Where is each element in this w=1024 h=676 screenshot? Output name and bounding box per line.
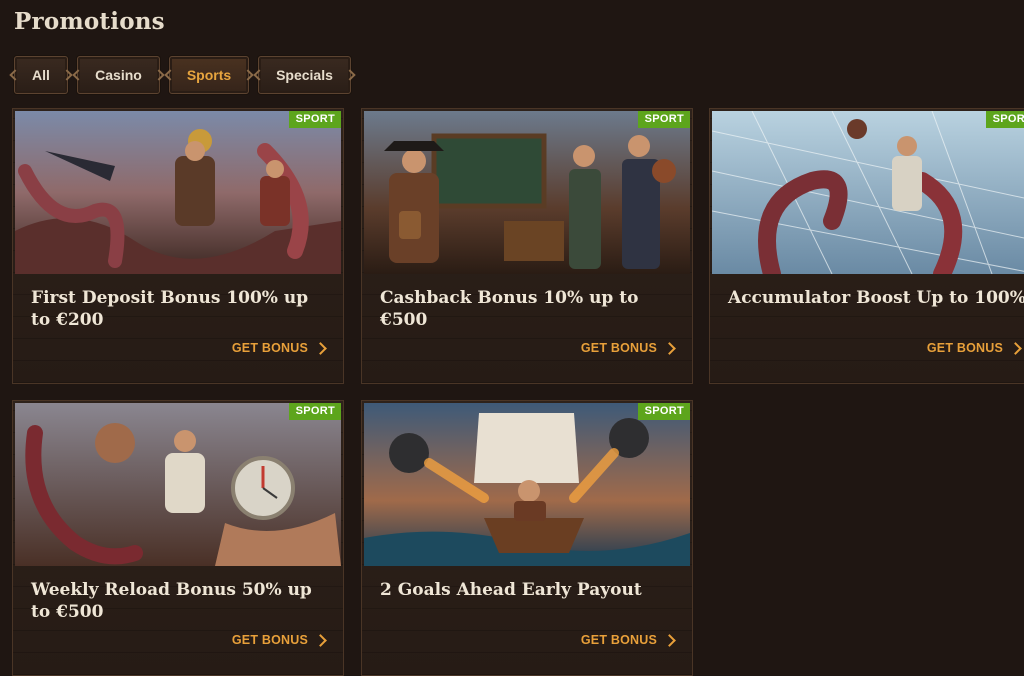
sport-badge: SPORT	[288, 111, 341, 128]
get-bonus-link[interactable]: GET BONUS	[927, 341, 1024, 355]
get-bonus-link[interactable]: GET BONUS	[581, 633, 678, 647]
promo-image-pirate-trophy: SPORT	[15, 111, 341, 274]
promo-title: 2 Goals Ahead Early Payout	[380, 580, 642, 600]
chevron-right-icon	[314, 341, 327, 355]
filter-all[interactable]: All	[14, 56, 68, 94]
sport-badge: SPORT	[985, 111, 1024, 128]
promo-card-weekly-reload[interactable]: SPORT Weekly Reload Bonus 50% up to €500…	[12, 400, 344, 676]
filter-specials[interactable]: Specials	[258, 56, 351, 94]
get-bonus-label: GET BONUS	[580, 633, 657, 647]
promo-title: First Deposit Bonus 100% up to €200	[31, 288, 309, 330]
promo-card-cashback[interactable]: SPORT Cashback Bonus 10% up to €500 GET …	[361, 108, 693, 384]
chevron-right-icon	[663, 633, 676, 647]
get-bonus-link[interactable]: GET BONUS	[581, 341, 678, 355]
get-bonus-link[interactable]: GET BONUS	[232, 633, 329, 647]
promo-image-pirate-ship-cannons: SPORT	[364, 403, 690, 566]
filter-casino[interactable]: Casino	[77, 56, 160, 94]
chevron-right-icon	[314, 633, 327, 647]
promo-card-first-deposit[interactable]: SPORT First Deposit Bonus 100% up to €20…	[12, 108, 344, 384]
sport-badge: SPORT	[637, 111, 690, 128]
page-title: Promotions	[14, 8, 165, 35]
promo-title: Accumulator Boost Up to 100%	[728, 288, 1024, 308]
chevron-right-icon	[663, 341, 676, 355]
get-bonus-label: GET BONUS	[231, 633, 308, 647]
get-bonus-label: GET BONUS	[926, 341, 1003, 355]
promo-card-accumulator[interactable]: SPORT Accumulator Boost Up to 100% GET B…	[709, 108, 1024, 384]
filter-sports[interactable]: Sports	[169, 56, 249, 94]
promo-image-kraken-net: SPORT	[712, 111, 1024, 274]
sport-badge: SPORT	[637, 403, 690, 420]
promotion-filters: All Casino Sports Specials	[14, 56, 351, 94]
promo-title: Cashback Bonus 10% up to €500	[380, 288, 639, 330]
get-bonus-link[interactable]: GET BONUS	[232, 341, 329, 355]
sport-badge: SPORT	[288, 403, 341, 420]
promo-title: Weekly Reload Bonus 50% up to €500	[31, 580, 312, 622]
get-bonus-label: GET BONUS	[580, 341, 657, 355]
promo-card-early-payout[interactable]: SPORT 2 Goals Ahead Early Payout GET BON…	[361, 400, 693, 676]
chevron-right-icon	[1009, 341, 1022, 355]
get-bonus-label: GET BONUS	[231, 341, 308, 355]
promo-image-stopwatch: SPORT	[15, 403, 341, 566]
promo-image-pirate-tactics: SPORT	[364, 111, 690, 274]
